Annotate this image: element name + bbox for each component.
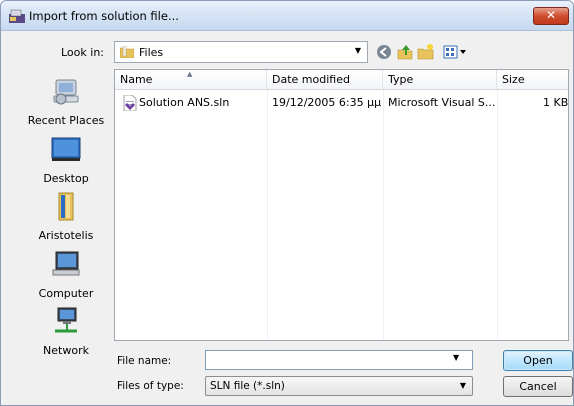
files-of-type-dropdown[interactable]: SLN file (*.sln) ▼ (205, 376, 473, 396)
close-icon: ✕ (545, 8, 557, 22)
place-label: Computer (38, 287, 94, 300)
column-header-type[interactable]: Type (383, 70, 497, 90)
files-of-type-label: Files of type: (117, 380, 184, 392)
file-row[interactable]: Solution ANS.sln 19/12/2005 6:35 μμ Micr… (115, 94, 569, 112)
file-name-input[interactable] (205, 350, 473, 370)
up-folder-icon[interactable] (396, 43, 414, 61)
new-folder-icon[interactable] (417, 43, 435, 61)
chevron-down-icon: ▼ (459, 381, 466, 390)
import-app-icon (9, 9, 25, 23)
place-label: Network (43, 344, 89, 357)
file-type: Microsoft Visual S... (388, 96, 496, 109)
import-dialog: Import from solution file... ✕ Look in: … (0, 0, 574, 406)
place-aristotelis[interactable]: Aristotelis (21, 192, 111, 242)
place-computer[interactable]: Computer (21, 250, 111, 300)
files-of-type-value: SLN file (*.sln) (210, 380, 285, 392)
look-in-value: Files (139, 46, 164, 59)
close-button[interactable]: ✕ (533, 7, 569, 25)
chevron-down-icon[interactable]: ▼ (453, 353, 459, 362)
file-name-label: File name: (117, 355, 172, 367)
window-title: Import from solution file... (29, 9, 179, 23)
look-in-dropdown[interactable]: Files ▼ (114, 41, 368, 63)
solution-file-icon (123, 95, 137, 111)
place-recent-places[interactable]: Recent Places (21, 77, 111, 127)
place-network[interactable]: Network (21, 307, 111, 357)
file-list[interactable]: ▲ Name Date modified Type Size Solution … (114, 69, 569, 341)
computer-icon (52, 251, 80, 276)
column-divider (497, 90, 498, 340)
folder-icon (120, 46, 134, 58)
file-list-header: ▲ Name Date modified Type Size (115, 70, 568, 90)
file-date-modified: 19/12/2005 6:35 μμ (272, 96, 382, 109)
file-size: 1 KB (543, 96, 569, 109)
column-divider (267, 90, 268, 340)
place-label: Recent Places (27, 114, 105, 127)
title-bar[interactable]: Import from solution file... ✕ (1, 1, 573, 31)
cancel-button[interactable]: Cancel (503, 376, 573, 397)
recent-places-icon (53, 79, 79, 105)
look-in-label: Look in: (61, 46, 104, 59)
column-divider (383, 90, 384, 340)
column-header-date-modified[interactable]: Date modified (267, 70, 383, 90)
views-menu-icon[interactable] (443, 43, 469, 61)
desktop-icon (51, 137, 81, 161)
open-button[interactable]: Open (503, 350, 573, 371)
place-label: Aristotelis (38, 229, 94, 242)
place-label: Desktop (43, 172, 89, 185)
place-desktop[interactable]: Desktop (21, 135, 111, 185)
places-bar: Recent Places Desktop Aristotelis Comput… (21, 67, 109, 367)
back-icon[interactable] (375, 43, 393, 61)
file-name: Solution ANS.sln (139, 96, 230, 109)
network-icon (55, 307, 77, 333)
user-folder-icon (58, 192, 74, 221)
column-header-size[interactable]: Size (497, 70, 568, 90)
chevron-down-icon: ▼ (354, 46, 361, 55)
column-header-name[interactable]: Name (115, 70, 267, 90)
